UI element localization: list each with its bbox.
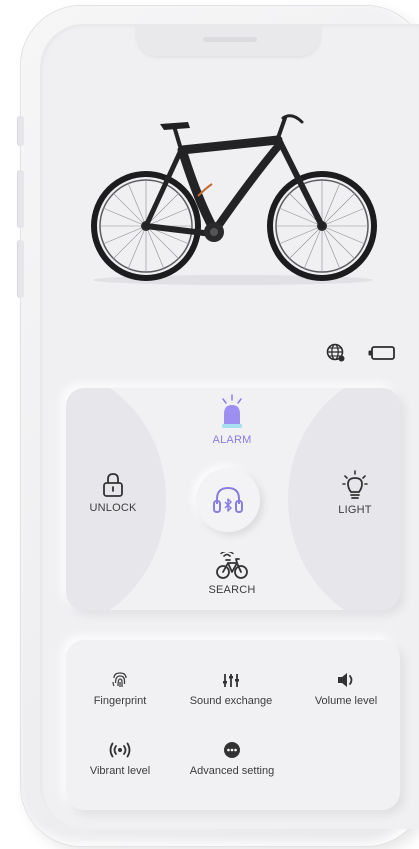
advanced-setting[interactable]: Advanced setting (178, 740, 286, 777)
light-button[interactable]: LIGHT (320, 470, 390, 516)
sound-exchange-setting[interactable]: Sound exchange (178, 670, 284, 707)
side-button-volume-down (18, 240, 24, 298)
vibrant-level-setting[interactable]: Vibrant level (80, 740, 160, 777)
bike-image (91, 114, 377, 285)
unlock-label: UNLOCK (89, 502, 137, 514)
equalizer-icon (223, 674, 239, 687)
volume-level-setting[interactable]: Volume level (304, 670, 388, 707)
side-button-silent (18, 116, 24, 146)
side-button-volume-up (18, 170, 24, 228)
fingerprint-icon (112, 672, 127, 687)
speaker-icon (338, 673, 353, 687)
vibrant-level-label: Vibrant level (89, 765, 151, 777)
alarm-siren-icon (222, 394, 242, 428)
lock-icon (103, 473, 123, 497)
more-icon (224, 742, 240, 758)
settings-panel: Fingerprint Sound exchange Volume level … (66, 640, 400, 810)
search-button[interactable]: SEARCH (197, 552, 267, 596)
light-label: LIGHT (338, 504, 372, 516)
headset-button[interactable] (196, 468, 260, 532)
speaker-grille (203, 37, 257, 42)
battery-icon (368, 346, 395, 360)
alarm-button[interactable]: ALARM (197, 394, 267, 446)
sound-exchange-label: Sound exchange (189, 695, 273, 707)
alarm-label: ALARM (212, 434, 252, 446)
volume-level-label: Volume level (314, 695, 378, 707)
headset-bluetooth-icon (213, 486, 243, 513)
control-panel: ALARM UNLOCK LIGHT SEARCH (66, 388, 400, 610)
vibration-icon (109, 742, 131, 758)
light-bulb-icon (342, 470, 368, 499)
globe-icon[interactable] (326, 343, 346, 363)
fingerprint-label: Fingerprint (93, 695, 147, 707)
bike-search-icon (216, 552, 248, 579)
unlock-button[interactable]: UNLOCK (78, 472, 148, 514)
fingerprint-setting[interactable]: Fingerprint (80, 670, 160, 707)
search-label: SEARCH (208, 584, 256, 596)
advanced-setting-label: Advanced setting (189, 765, 275, 777)
